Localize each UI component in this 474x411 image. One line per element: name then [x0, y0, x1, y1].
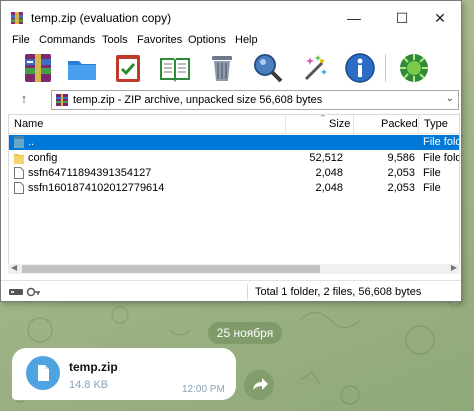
menu-options[interactable]: Options — [188, 34, 226, 46]
row-name: .. — [28, 136, 35, 148]
minimize-button[interactable]: — — [337, 7, 371, 29]
share-arrow-icon — [253, 378, 268, 390]
title-bar: temp.zip (evaluation copy) — ☐ ✕ — [1, 1, 461, 35]
archive-icon — [56, 94, 68, 106]
file-message-bubble[interactable]: temp.zip 14.8 KB 12:00 PM — [12, 348, 236, 400]
document-download-button[interactable] — [26, 356, 60, 390]
window-title: temp.zip (evaluation copy) — [31, 11, 172, 25]
archive-path-field[interactable]: temp.zip - ZIP archive, unpacked size 56… — [51, 90, 459, 110]
row-size: 2,048 — [315, 182, 343, 194]
menu-file[interactable]: File — [12, 34, 30, 46]
row-packed: 2,053 — [387, 182, 415, 194]
file-size: 14.8 KB — [69, 379, 109, 391]
row-type: File — [423, 182, 441, 194]
scrollbar-thumb[interactable] — [22, 265, 320, 273]
forward-button[interactable] — [244, 370, 274, 400]
winrar-app-icon — [11, 12, 23, 24]
file-list: Name ⌃ Size Packed Type .. File fold con… — [8, 114, 460, 274]
list-header: Name ⌃ Size Packed Type — [9, 114, 459, 134]
row-name: config — [28, 152, 58, 164]
menu-bar: File Commands Tools Favorites Options He… — [1, 33, 461, 49]
row-size: 2,048 — [315, 167, 343, 179]
row-type: File — [423, 167, 441, 179]
find-icon[interactable] — [251, 51, 285, 85]
column-type-header[interactable]: Type — [424, 118, 448, 130]
file-icon — [14, 182, 24, 194]
table-row[interactable]: .. File fold — [9, 135, 460, 150]
status-bar: Total 1 folder, 2 files, 56,608 bytes — [1, 280, 461, 302]
test-icon[interactable] — [111, 51, 145, 85]
column-size-header[interactable]: Size — [329, 118, 350, 130]
info-icon[interactable] — [343, 51, 377, 85]
menu-help[interactable]: Help — [235, 34, 258, 46]
horizontal-scrollbar[interactable]: ◀ ▶ — [8, 263, 460, 274]
column-divider — [353, 115, 354, 134]
menu-tools[interactable]: Tools — [102, 34, 128, 46]
toolbar-separator — [385, 54, 386, 82]
chevron-down-icon[interactable]: ⌄ — [446, 93, 454, 104]
file-name: temp.zip — [69, 360, 118, 374]
table-row[interactable]: config 52,512 9,586 File fold — [9, 151, 460, 166]
scroll-right-icon[interactable]: ▶ — [451, 263, 457, 272]
maximize-button[interactable]: ☐ — [385, 7, 419, 29]
table-row[interactable]: ssfn64711894391354127 2,048 2,053 File — [9, 166, 459, 181]
virus-scan-icon[interactable] — [397, 51, 431, 85]
scroll-left-icon[interactable]: ◀ — [11, 263, 17, 272]
row-packed: 2,053 — [387, 167, 415, 179]
column-name-header[interactable]: Name — [14, 118, 43, 130]
close-button[interactable]: ✕ — [423, 7, 457, 29]
document-icon — [38, 365, 49, 381]
column-divider — [285, 115, 286, 134]
menu-commands[interactable]: Commands — [39, 34, 95, 46]
date-badge: 25 ноября — [208, 322, 282, 344]
address-bar: ↑ temp.zip - ZIP archive, unpacked size … — [1, 89, 461, 111]
toolbar — [1, 49, 461, 87]
add-icon[interactable] — [21, 51, 55, 85]
row-name: ssfn1601874102012779614 — [28, 182, 165, 194]
column-divider — [418, 115, 419, 134]
status-separator — [247, 284, 248, 300]
row-type: File fold — [423, 136, 460, 148]
row-name: ssfn64711894391354127 — [28, 167, 152, 179]
wizard-icon[interactable] — [298, 51, 332, 85]
folder-icon — [14, 154, 24, 164]
sort-arrow-icon: ⌃ — [319, 114, 327, 123]
message-time: 12:00 PM — [182, 384, 225, 395]
delete-icon[interactable] — [205, 51, 239, 85]
extract-to-icon[interactable] — [65, 51, 99, 85]
parent-folder-icon — [14, 136, 24, 148]
table-row[interactable]: ssfn1601874102012779614 2,048 2,053 File — [9, 181, 459, 196]
drive-key-icon[interactable] — [9, 286, 41, 298]
row-type: File fold — [423, 152, 460, 164]
up-one-level-button[interactable]: ↑ — [15, 91, 33, 109]
archive-path-text: temp.zip - ZIP archive, unpacked size 56… — [73, 94, 323, 106]
view-icon[interactable] — [158, 51, 192, 85]
status-summary: Total 1 folder, 2 files, 56,608 bytes — [255, 286, 422, 298]
row-packed: 9,586 — [387, 152, 415, 164]
column-packed-header[interactable]: Packed — [381, 118, 418, 130]
menu-favorites[interactable]: Favorites — [137, 34, 182, 46]
file-icon — [14, 167, 24, 179]
row-size: 52,512 — [309, 152, 343, 164]
winrar-window: temp.zip (evaluation copy) — ☐ ✕ File Co… — [0, 0, 462, 302]
